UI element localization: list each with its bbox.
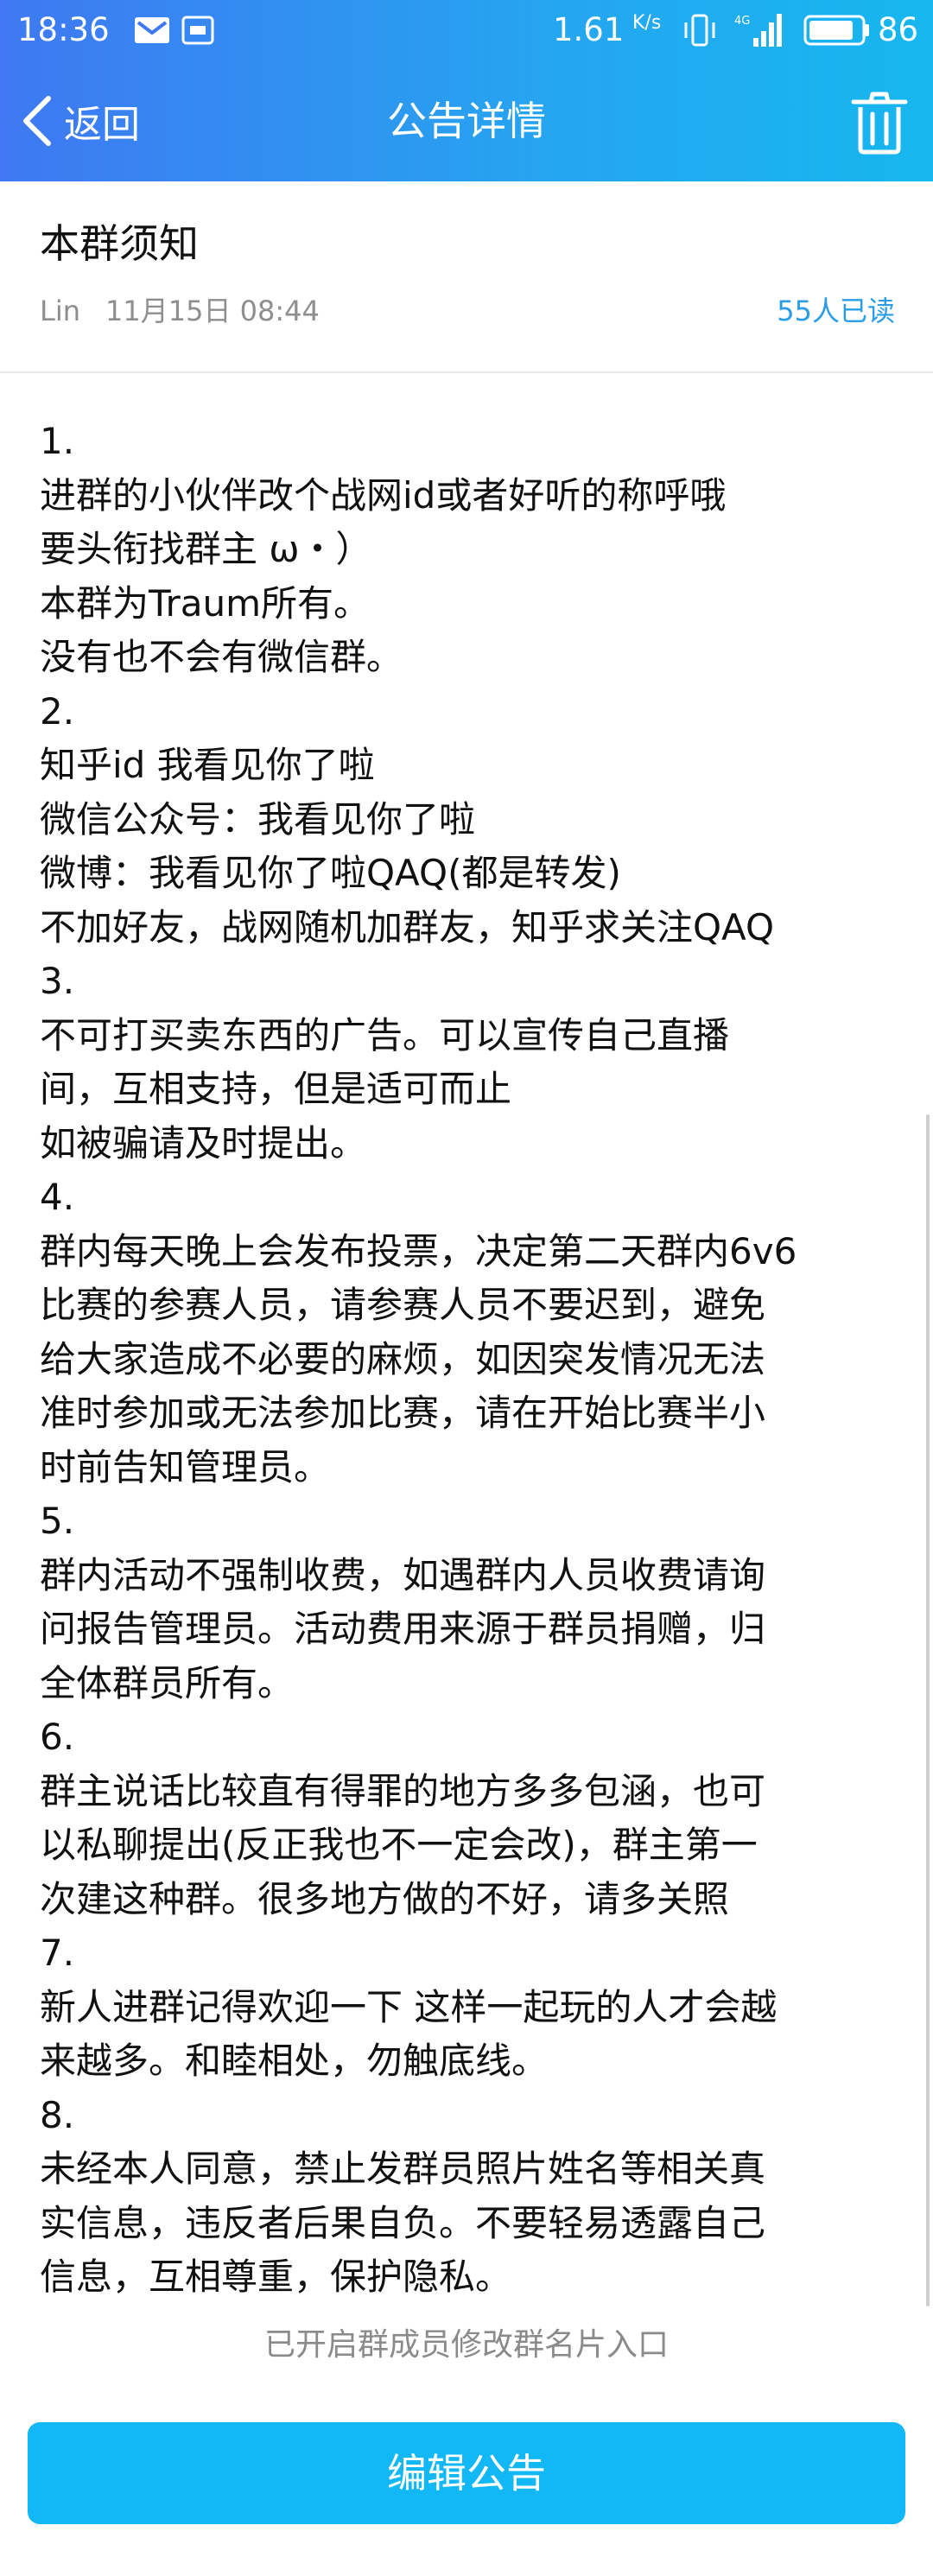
trash-icon[interactable] [848, 90, 911, 155]
announcement-line: 群主说话比较直有得罪的地方多多包涵，也可 [40, 1769, 766, 1812]
edit-announcement-button[interactable]: 编辑公告 [28, 2422, 905, 2524]
announcement-line: 本群为Traum所有。 [40, 581, 371, 625]
announcement-title: 本群须知 [40, 220, 199, 267]
announcement-line: 5. [40, 1500, 75, 1542]
announcement-line: 比赛的参赛人员，请参赛人员不要迟到，避免 [40, 1284, 766, 1326]
scrollbar[interactable] [926, 1114, 930, 2306]
back-button[interactable]: 返回 [17, 86, 140, 155]
read-count-link[interactable]: 55人已读 [777, 292, 895, 330]
vibrate-icon [684, 14, 715, 47]
announcement-line: 信息，互相尊重，保护隐私。 [40, 2256, 512, 2298]
announcement-line: 群内活动不强制收费，如遇群内人员收费请询 [40, 1553, 766, 1596]
announcement-line: 6. [40, 1716, 75, 1758]
announcement-line: 新人进群记得欢迎一下 这样一起玩的人才会越 [40, 1985, 778, 2028]
announcement-line: 群内每天晚上会发布投票，决定第二天群内6v6 [40, 1229, 797, 1272]
app-notification-icon [181, 16, 214, 45]
announcement-author: Lin [40, 295, 80, 327]
announcement-line: 没有也不会有微信群。 [40, 636, 403, 678]
announcement-line: 2. [40, 689, 75, 733]
announcement-line: 3. [40, 960, 75, 1002]
announcement-line: 次建这种群。很多地方做的不好，请多关照 [40, 1877, 730, 1920]
announcement-line: 进群的小伙伴改个战网id或者好听的称呼哦 [40, 473, 727, 517]
announcement-line: 实信息，违反者后果自负。不要轻易透露自己 [40, 2201, 766, 2244]
announcement-line: 要头衔找群主 ω・） [40, 528, 372, 570]
announcement-line: 以私聊提出(反正我也不一定会改)，群主第一 [40, 1824, 758, 1866]
page-title: 公告详情 [387, 98, 546, 144]
message-notification-icon [135, 17, 169, 43]
cell-signal-icon: 4G [734, 14, 782, 47]
announcement-date: 11月15日 08:44 [105, 295, 320, 327]
nav-bar: 返回 公告详情 [0, 60, 933, 181]
announcement-header: 本群须知 Lin 11月15日 08:44 55人已读 [0, 181, 933, 373]
member-edit-note: 已开启群成员修改群名片入口 [263, 2327, 669, 2363]
network-speed: 1.61 [553, 11, 625, 48]
announcement-line: 如被骗请及时提出。 [40, 1121, 367, 1164]
announcement-line: 4. [40, 1176, 75, 1218]
battery-icon [803, 15, 869, 46]
announcement-line: 给大家造成不必要的麻烦，如因突发情况无法 [40, 1337, 766, 1380]
back-label: 返回 [64, 103, 140, 147]
announcement-line: 不可打买卖东西的广告。可以宣传自己直播 [40, 1013, 730, 1056]
network-speed-unit: K/s [632, 12, 662, 34]
announcement-line: 不加好友，战网随机加群友，知乎求关注QAQ [40, 905, 775, 949]
announcement-line: 微信公众号：我看见你了啦 [40, 797, 476, 841]
announcement-line: 全体群员所有。 [40, 1661, 295, 1704]
top-bar: 18:36 1.61 K/s 4G 86 返回 公告详情 [0, 0, 933, 181]
chevron-left-icon [23, 96, 51, 146]
announcement-line: 准时参加或无法参加比赛，请在开始比赛半小 [40, 1392, 766, 1434]
announcement-line: 来越多。和睦相处，勿触底线。 [40, 2040, 549, 2082]
announcement-line: 时前告知管理员。 [40, 1445, 331, 1488]
announcement-line: 未经本人同意，禁止发群员照片姓名等相关真 [40, 2148, 766, 2190]
battery-level: 86 [878, 11, 919, 48]
announcement-body: 1. 进群的小伙伴改个战网id或者好听的称呼哦 要头衔找群主 ω・） 本群为Traum… [40, 415, 904, 2305]
announcement-line: 问报告管理员。活动费用来源于群员捐赠，归 [40, 1608, 766, 1650]
status-bar: 18:36 1.61 K/s 4G 86 [0, 0, 933, 60]
svg-text:4G: 4G [734, 15, 750, 28]
announcement-line: 间，互相支持，但是适可而止 [40, 1068, 512, 1110]
announcement-line: 1. [40, 420, 75, 462]
announcement-line: 知乎id 我看见你了啦 [40, 744, 375, 786]
announcement-line: 7. [40, 1932, 75, 1974]
announcement-line: 8. [40, 2093, 75, 2136]
announcement-line: 微博：我看见你了啦QAQ(都是转发) [40, 852, 621, 894]
status-time: 18:36 [17, 11, 110, 48]
